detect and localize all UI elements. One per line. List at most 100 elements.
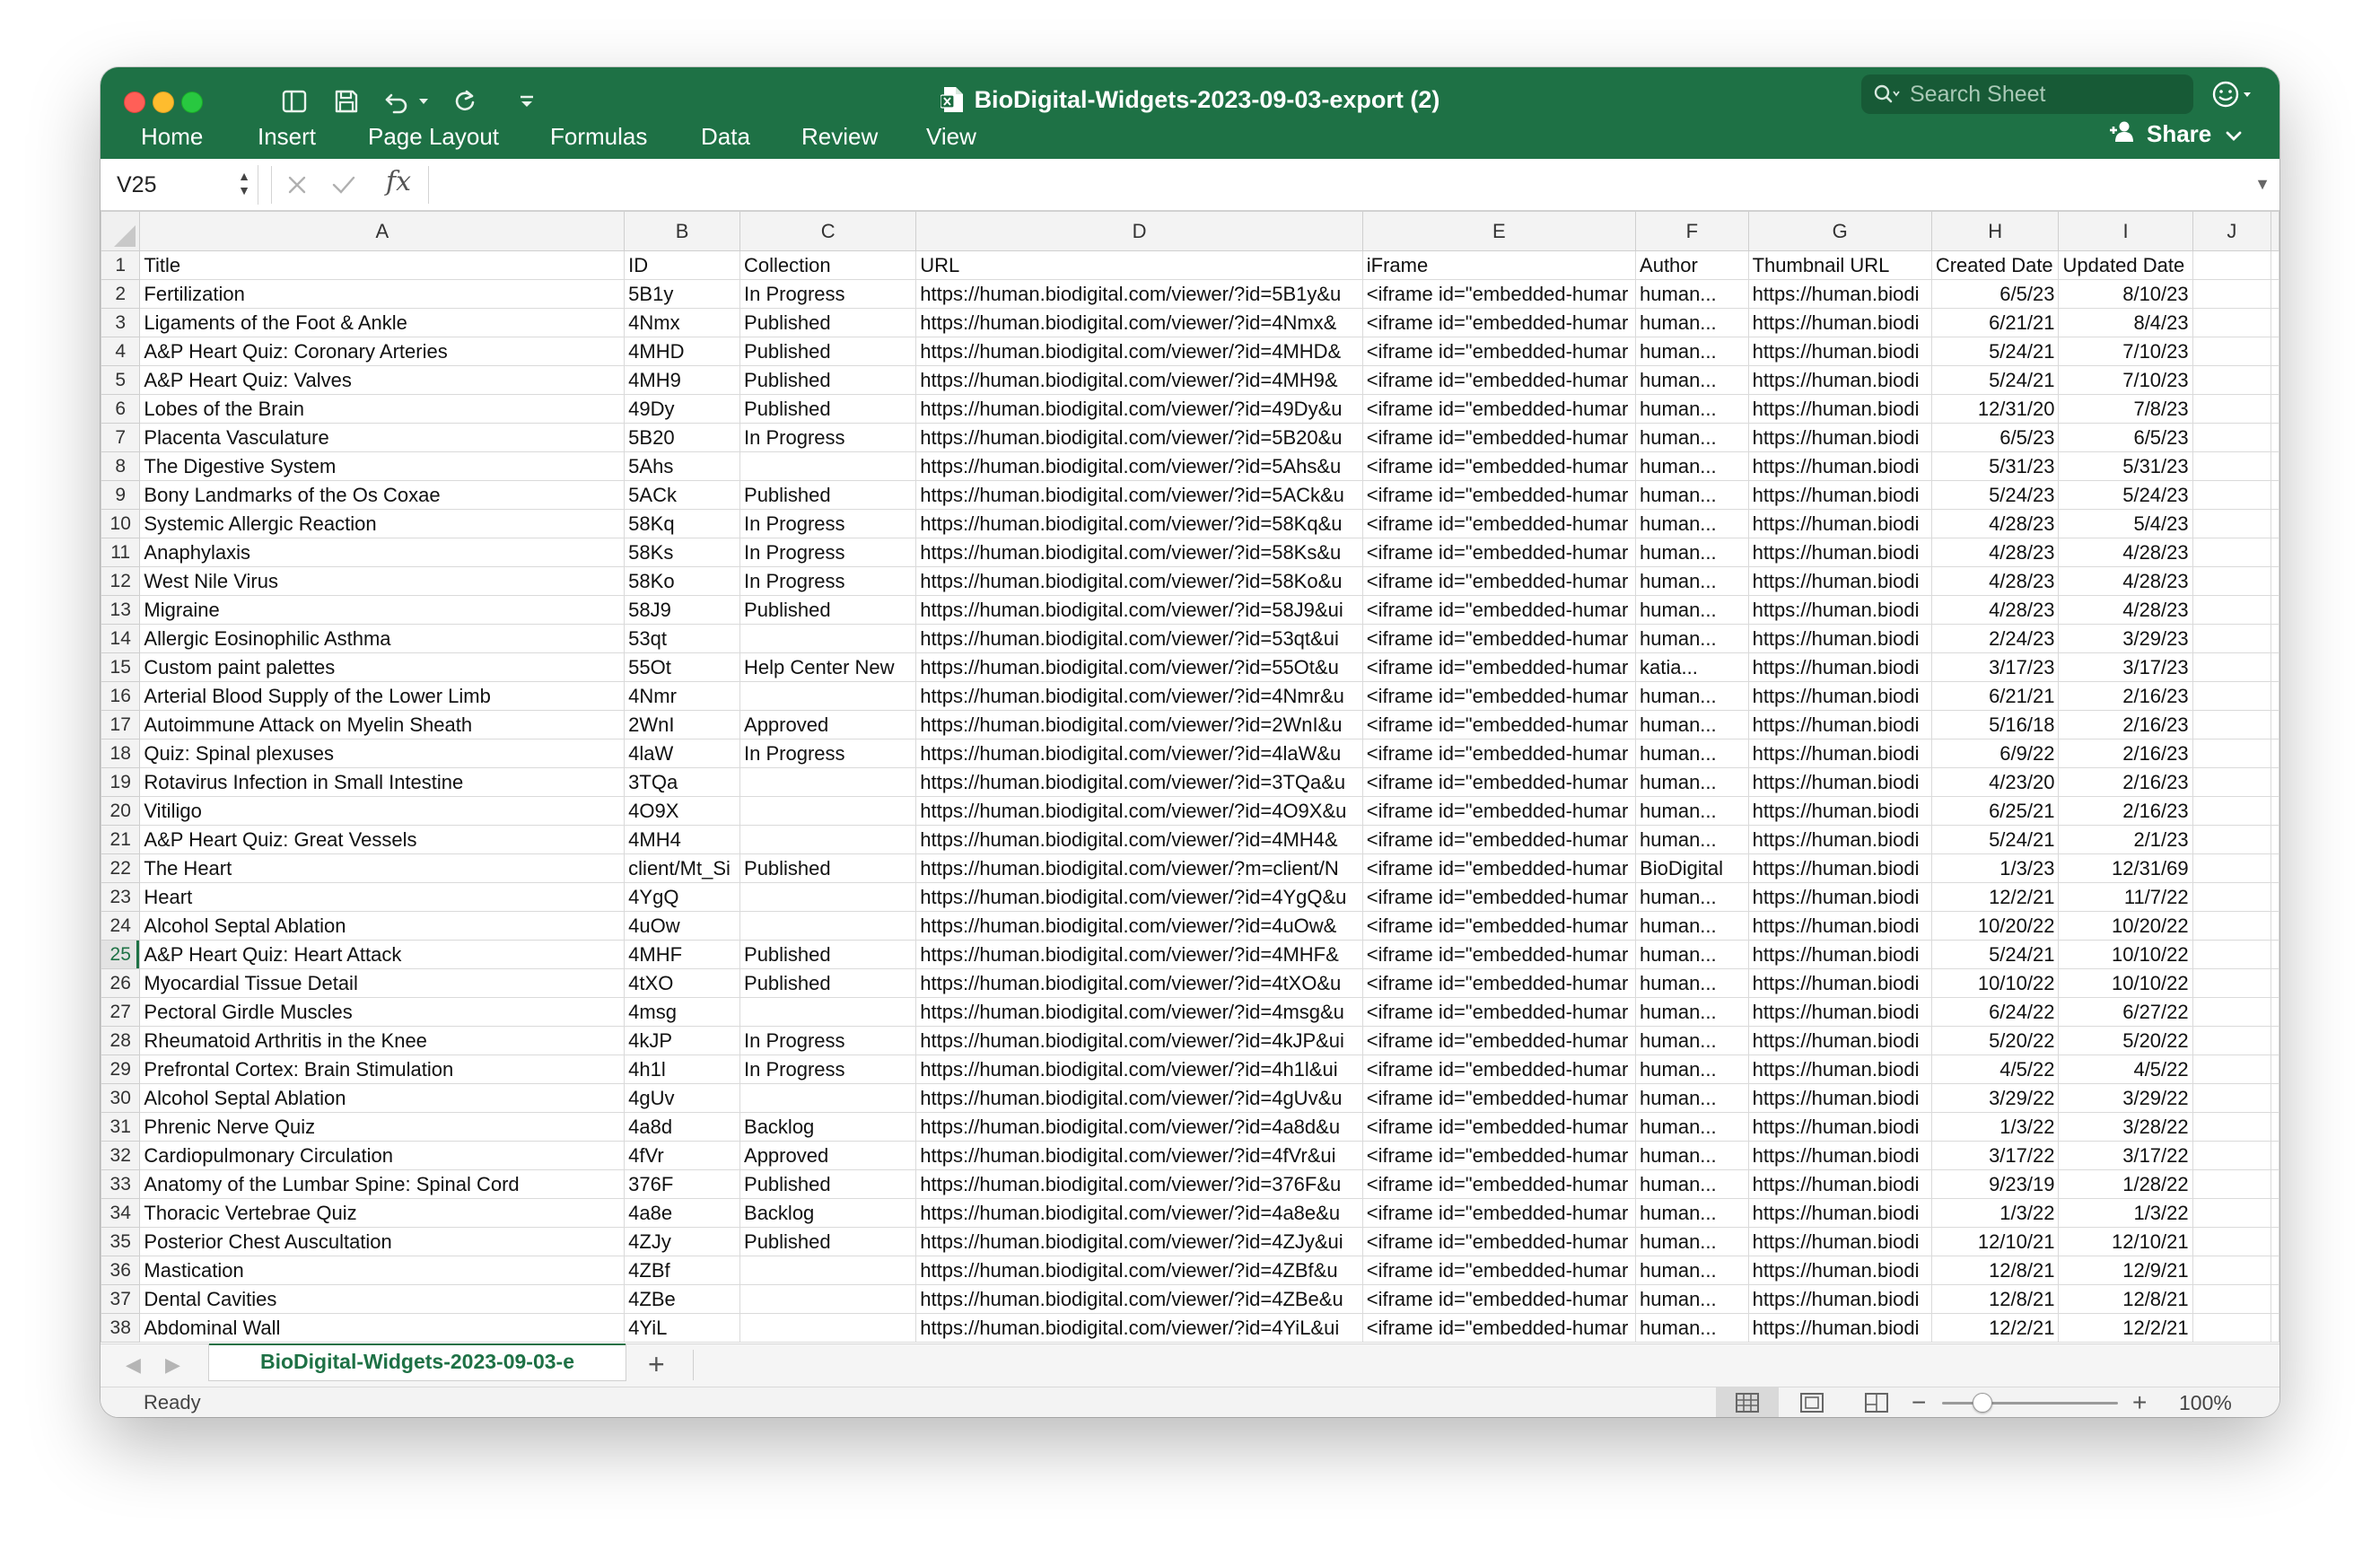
cell[interactable] — [2192, 968, 2272, 998]
cell[interactable]: 1/3/22 — [1930, 1198, 2060, 1228]
cell[interactable] — [2192, 538, 2272, 567]
cell[interactable]: 58Ks — [624, 538, 741, 567]
row-header[interactable]: 25 — [101, 940, 141, 969]
tab-formulas[interactable]: Formulas — [550, 123, 647, 151]
cell[interactable]: https://human.biodigital.com/viewer/?id=… — [915, 1198, 1363, 1228]
cell[interactable]: human... — [1635, 767, 1749, 797]
cell[interactable]: https://human.biodi — [1747, 308, 1932, 337]
previous-sheet-icon[interactable]: ◀ — [126, 1353, 141, 1377]
cell[interactable]: Heart — [139, 882, 626, 912]
sidebar-toggle-icon[interactable] — [276, 82, 312, 121]
cell[interactable] — [2271, 624, 2279, 653]
cell[interactable]: 2/16/23 — [2058, 767, 2193, 797]
cell[interactable] — [2192, 739, 2272, 768]
cell[interactable]: 3/28/22 — [2058, 1112, 2193, 1142]
cell[interactable]: Created Date — [1930, 250, 2060, 280]
cell[interactable]: Mastication — [139, 1256, 626, 1285]
cell[interactable]: https://human.biodigital.com/viewer/?id=… — [915, 308, 1363, 337]
cell[interactable]: Published — [739, 480, 917, 510]
cell[interactable]: 6/27/22 — [2058, 997, 2193, 1027]
cell[interactable] — [2271, 1026, 2279, 1055]
cell[interactable]: 4/28/23 — [2058, 595, 2193, 625]
cell[interactable]: Cardiopulmonary Circulation — [139, 1141, 626, 1170]
cell[interactable] — [2271, 1284, 2279, 1314]
cell[interactable]: 3/29/22 — [1930, 1083, 2060, 1113]
cell[interactable]: <iframe id="embedded-humar — [1361, 451, 1637, 481]
cell[interactable]: 6/21/21 — [1930, 681, 2060, 711]
cell[interactable]: https://human.biodigital.com/viewer/?id=… — [915, 1112, 1363, 1142]
cell[interactable] — [2271, 451, 2279, 481]
cell[interactable]: https://human.biodi — [1747, 1284, 1932, 1314]
cell[interactable] — [2192, 480, 2272, 510]
cell[interactable]: https://human.biodigital.com/viewer/?id=… — [915, 538, 1363, 567]
cell[interactable]: https://human.biodi — [1747, 1141, 1932, 1170]
cell[interactable]: <iframe id="embedded-humar — [1361, 796, 1637, 826]
cell[interactable]: Published — [739, 968, 917, 998]
cell[interactable]: human... — [1635, 825, 1749, 854]
cell[interactable]: https://human.biodigital.com/viewer/?id=… — [915, 451, 1363, 481]
column-header-c[interactable]: C — [739, 211, 917, 251]
row-header[interactable]: 5 — [101, 365, 141, 395]
cell[interactable]: <iframe id="embedded-humar — [1361, 394, 1637, 424]
cell[interactable]: 2/16/23 — [2058, 681, 2193, 711]
cell[interactable]: 5/24/23 — [2058, 480, 2193, 510]
cell[interactable]: Published — [739, 940, 917, 969]
cell[interactable] — [2192, 1112, 2272, 1142]
cell[interactable] — [2271, 997, 2279, 1027]
row-header[interactable]: 14 — [101, 624, 141, 653]
cell[interactable] — [2271, 566, 2279, 596]
cell[interactable] — [2192, 1169, 2272, 1199]
cell[interactable]: https://human.biodi — [1747, 624, 1932, 653]
cell[interactable] — [2271, 509, 2279, 538]
cell[interactable]: human... — [1635, 279, 1749, 309]
cell[interactable]: <iframe id="embedded-humar — [1361, 480, 1637, 510]
row-header[interactable]: 29 — [101, 1055, 141, 1084]
cell[interactable]: https://human.biodi — [1747, 595, 1932, 625]
undo-icon[interactable] — [379, 82, 415, 121]
cell[interactable]: https://human.biodi — [1747, 337, 1932, 366]
zoom-slider-handle[interactable] — [1973, 1393, 1992, 1413]
cell[interactable]: 7/10/23 — [2058, 365, 2193, 395]
cell[interactable]: In Progress — [739, 509, 917, 538]
cell[interactable]: 4Nmx — [624, 308, 741, 337]
cell[interactable]: https://human.biodi — [1747, 480, 1932, 510]
cell[interactable] — [739, 882, 917, 912]
row-header[interactable]: 26 — [101, 968, 141, 998]
cell[interactable] — [2271, 853, 2279, 883]
cell[interactable]: Vitiligo — [139, 796, 626, 826]
cell[interactable]: https://human.biodi — [1747, 1313, 1932, 1343]
cell[interactable]: https://human.biodigital.com/viewer/?id=… — [915, 1169, 1363, 1199]
cell[interactable]: 8/10/23 — [2058, 279, 2193, 309]
cell[interactable]: https://human.biodi — [1747, 767, 1932, 797]
zoom-in-button[interactable]: + — [2132, 1387, 2147, 1417]
cell[interactable]: 4MHF — [624, 940, 741, 969]
cell[interactable]: https://human.biodigital.com/viewer/?id=… — [915, 1141, 1363, 1170]
cell[interactable]: <iframe id="embedded-humar — [1361, 652, 1637, 682]
cell[interactable]: https://human.biodi — [1747, 279, 1932, 309]
cell[interactable]: 4MH4 — [624, 825, 741, 854]
cell[interactable] — [2192, 1198, 2272, 1228]
tab-page-layout[interactable]: Page Layout — [368, 123, 499, 151]
cell[interactable]: https://human.biodigital.com/viewer/?id=… — [915, 767, 1363, 797]
row-header[interactable]: 12 — [101, 566, 141, 596]
cell[interactable]: https://human.biodigital.com/viewer/?id=… — [915, 480, 1363, 510]
row-header[interactable]: 20 — [101, 796, 141, 826]
cell[interactable]: 5/20/22 — [1930, 1026, 2060, 1055]
cell[interactable]: Rotavirus Infection in Small Intestine — [139, 767, 626, 797]
cell[interactable]: https://human.biodigital.com/viewer/?id=… — [915, 1227, 1363, 1256]
cell[interactable]: https://human.biodigital.com/viewer/?id=… — [915, 624, 1363, 653]
cell[interactable] — [2192, 566, 2272, 596]
cell[interactable] — [2192, 595, 2272, 625]
cell[interactable]: 3/17/23 — [2058, 652, 2193, 682]
row-header[interactable]: 3 — [101, 308, 141, 337]
cell[interactable]: 6/5/23 — [2058, 423, 2193, 452]
cell[interactable]: https://human.biodigital.com/viewer/?id=… — [915, 681, 1363, 711]
row-header[interactable]: 36 — [101, 1256, 141, 1285]
cell[interactable]: <iframe id="embedded-humar — [1361, 1055, 1637, 1084]
cell[interactable]: human... — [1635, 480, 1749, 510]
cell[interactable]: In Progress — [739, 566, 917, 596]
cell[interactable]: Approved — [739, 1141, 917, 1170]
cell[interactable]: 12/2/21 — [1930, 882, 2060, 912]
cell[interactable] — [739, 825, 917, 854]
cell[interactable] — [739, 796, 917, 826]
